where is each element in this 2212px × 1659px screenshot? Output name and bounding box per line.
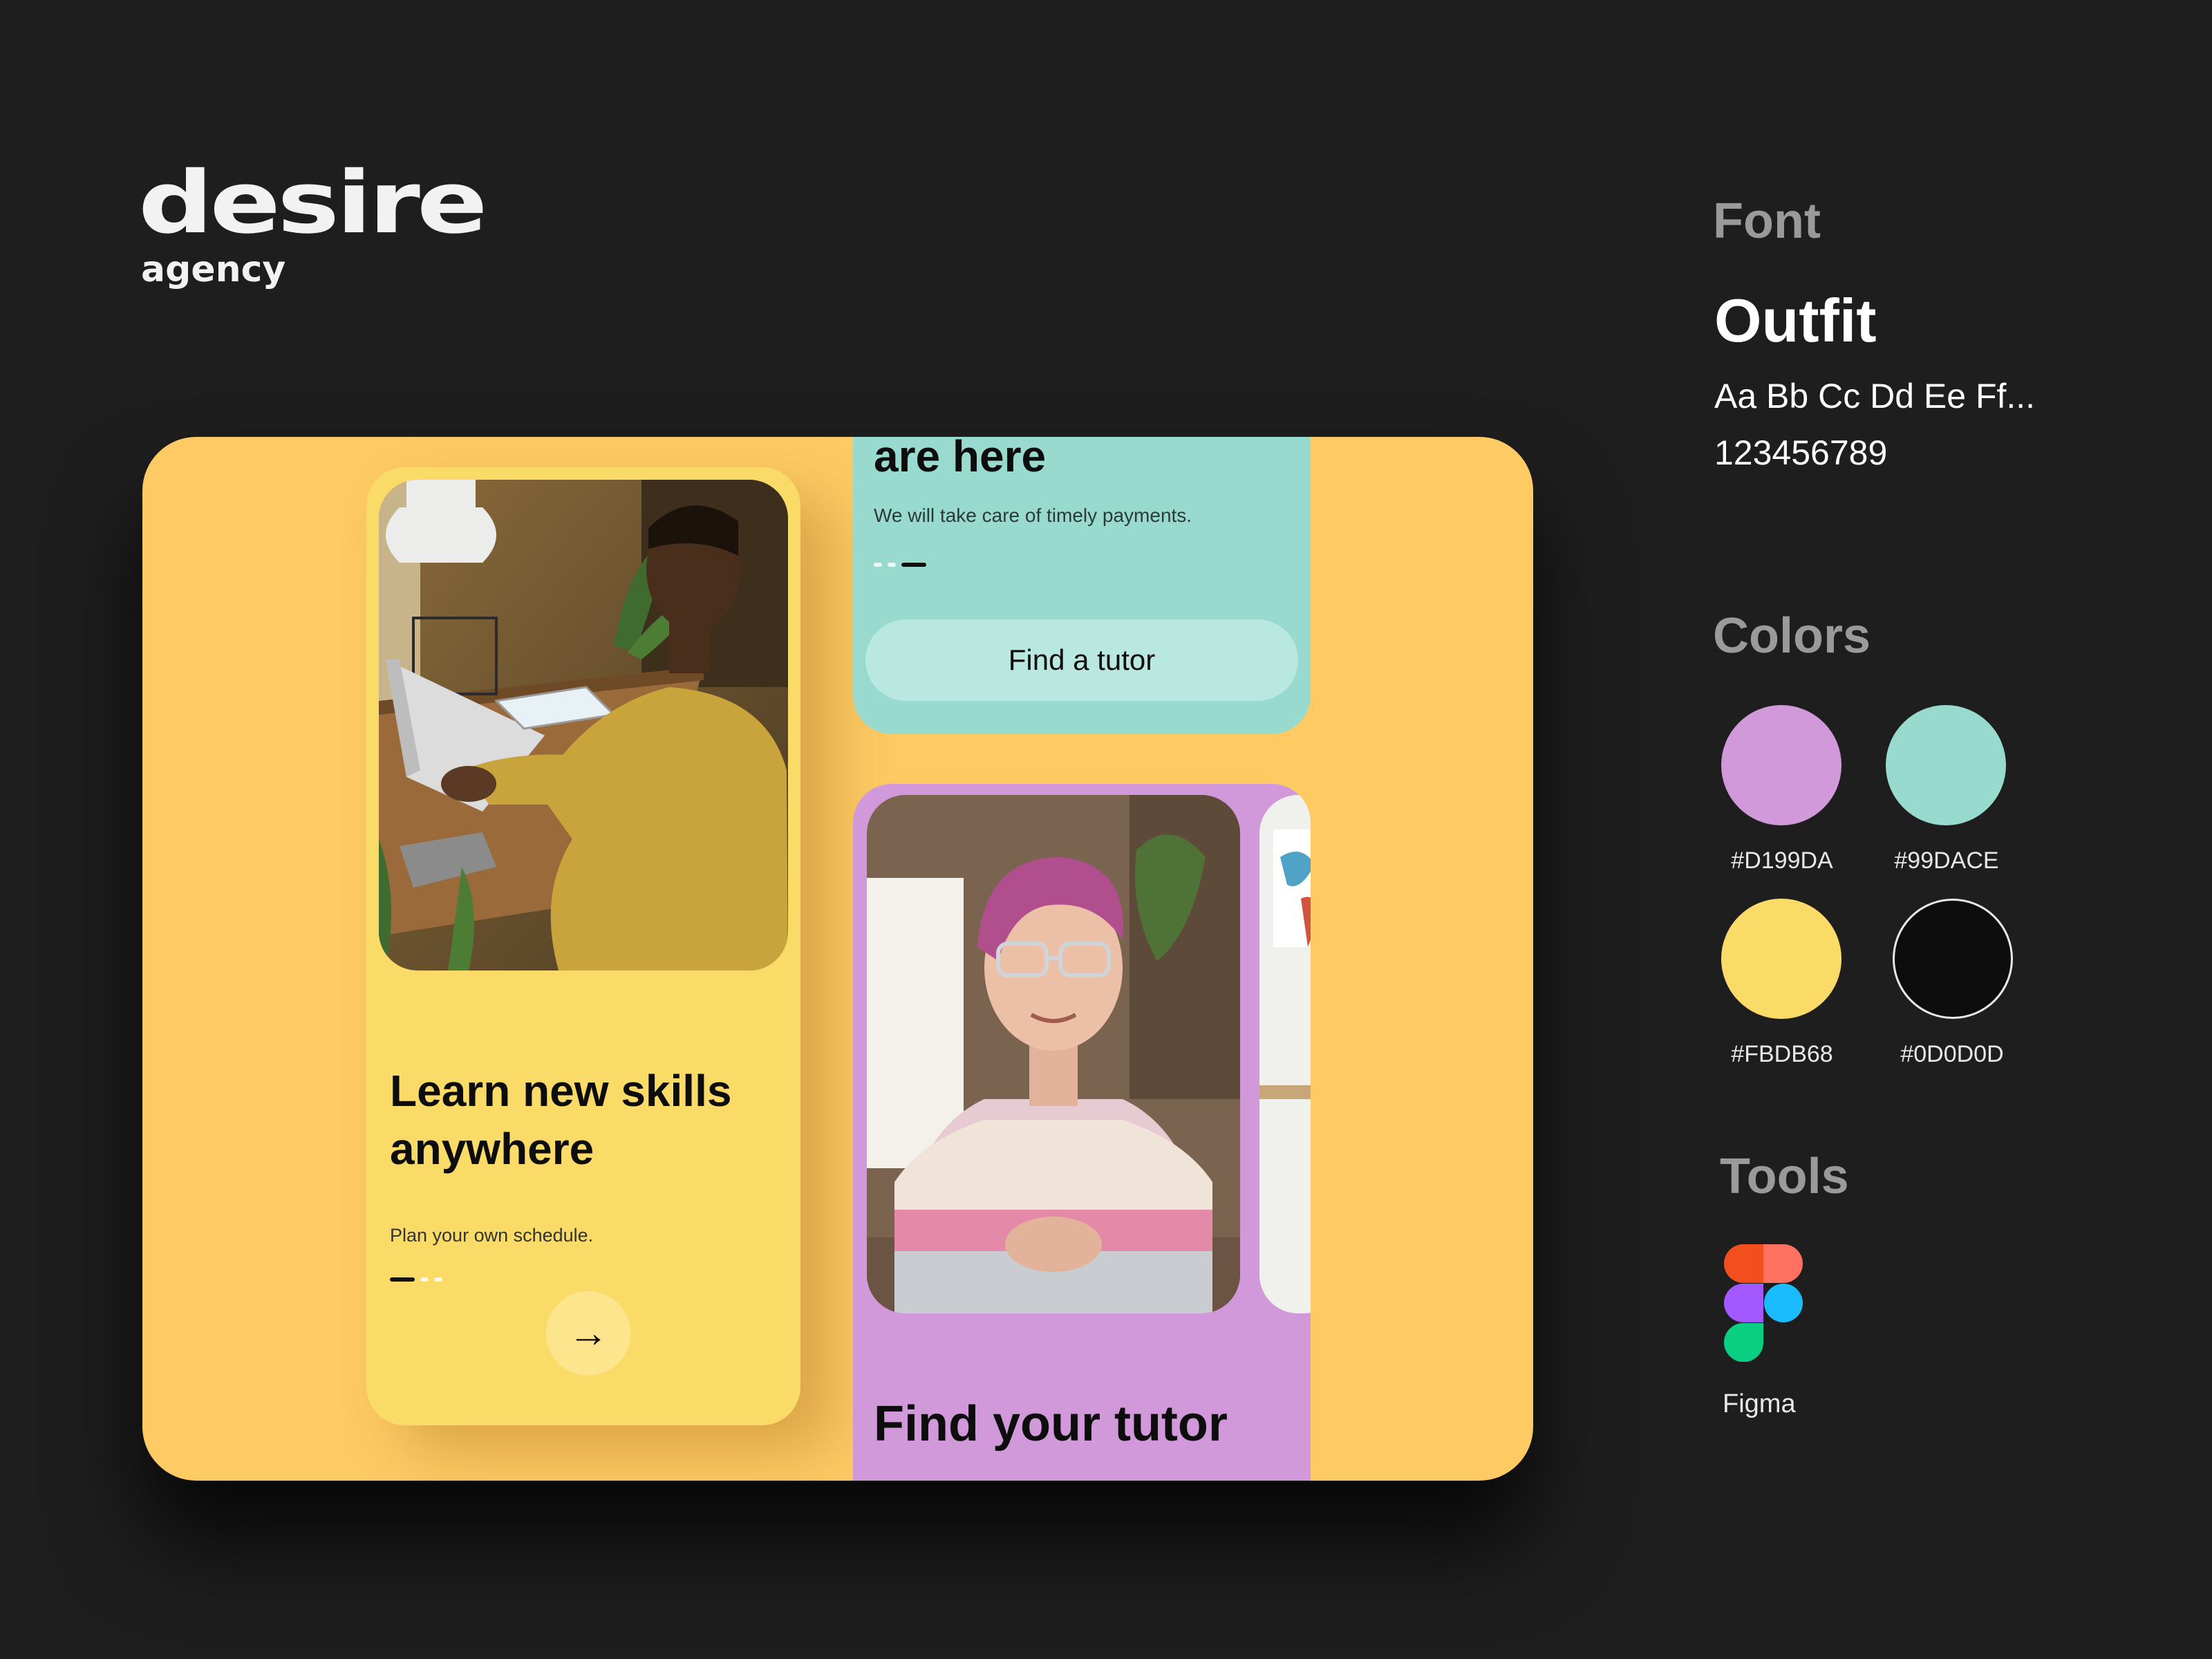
brand-logo-name: desire (138, 153, 488, 253)
swatch-black (1893, 899, 2013, 1019)
woman-portrait-photo (867, 795, 1240, 1313)
payments-heading: are here (874, 437, 1047, 481)
swatch-label: #FBDB68 (1731, 1041, 1833, 1067)
carousel-dots (874, 563, 926, 567)
phone-card-find-tutor: Find your tutor (853, 784, 1311, 1481)
showcase-panel: Learn new skills anywhere Plan your own … (142, 437, 1533, 1481)
find-tutor-button[interactable]: Find a tutor (865, 619, 1298, 701)
font-digits: 123456789 (1714, 433, 1888, 472)
carousel-dots (390, 1277, 442, 1282)
font-section-title: Font (1713, 194, 1821, 249)
learn-heading: Learn new skills anywhere (390, 1066, 732, 1174)
carousel-dot[interactable] (874, 563, 882, 567)
brand-logo-sub: agency (141, 249, 286, 290)
swatch-teal (1886, 705, 2006, 825)
font-sample: Aa Bb Cc Dd Ee Ff... (1714, 377, 2036, 415)
tools-section-title: Tools (1720, 1149, 1849, 1204)
swatch-label: #D199DA (1731, 847, 1833, 874)
payments-subtext: We will take care of timely payments. (874, 505, 1192, 526)
phone-card-payments: are here We will take care of timely pay… (853, 437, 1311, 734)
arrow-right-icon: → (568, 1311, 608, 1356)
carousel-dot[interactable] (420, 1277, 429, 1282)
find-tutor-heading: Find your tutor (874, 1396, 1228, 1452)
next-tutor-card-peek[interactable] (1259, 795, 1311, 1313)
carousel-dot[interactable] (888, 563, 896, 567)
phone-card-learn: Learn new skills anywhere Plan your own … (366, 467, 800, 1425)
learn-subtext: Plan your own schedule. (390, 1225, 594, 1246)
swatch-label: #0D0D0D (1900, 1041, 2004, 1067)
figma-icon (1724, 1244, 1803, 1362)
font-name: Outfit (1714, 286, 1877, 355)
carousel-dot[interactable] (390, 1277, 415, 1282)
carousel-dot[interactable] (901, 563, 926, 567)
swatch-purple (1721, 705, 1841, 825)
colors-section-title: Colors (1713, 608, 1871, 664)
swatch-yellow (1721, 899, 1841, 1019)
carousel-dot[interactable] (434, 1277, 442, 1282)
tool-label-figma: Figma (1723, 1389, 1796, 1418)
swatch-label: #99DACE (1894, 847, 1999, 874)
man-at-laptop-photo (379, 480, 788, 971)
next-button[interactable]: → (546, 1291, 630, 1376)
